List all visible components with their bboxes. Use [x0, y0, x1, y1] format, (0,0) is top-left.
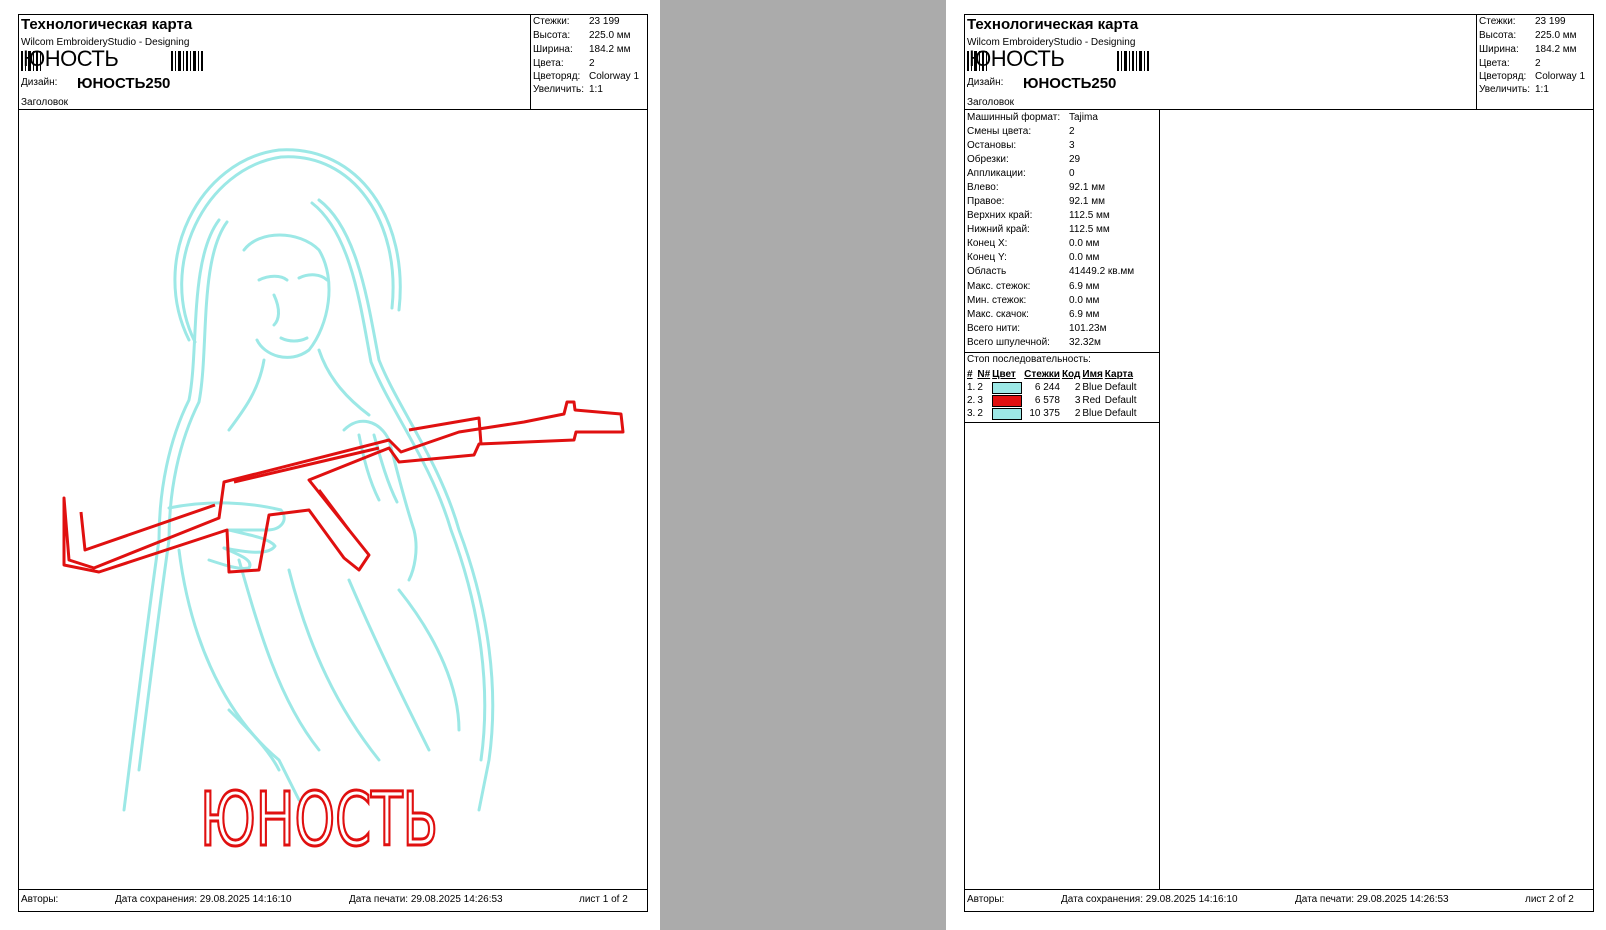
stat-row: Макс. скачок: 6.9 мм: [967, 309, 1100, 320]
header-title: Технологическая карта: [21, 16, 193, 33]
footer-authors: Авторы:: [967, 894, 1005, 905]
col-stitches: Стежки: [1024, 369, 1060, 380]
barcode-text: ЮНОСТЬ: [969, 46, 1065, 71]
stat-row: Обрезки: 29: [967, 154, 1081, 165]
col-color: Цвет: [992, 369, 1016, 380]
footer-saved-date: Дата сохранения: 29.08.2025 14:16:10: [1061, 894, 1238, 905]
stop-sequence-title: Стоп последовательность:: [967, 354, 1091, 365]
divider: [965, 352, 1159, 353]
row-stitches: 10 375: [1029, 408, 1060, 419]
col-n: N#: [977, 369, 991, 380]
design-name: ЮНОСТЬ250: [1023, 75, 1117, 92]
stat-row: Область 41449.2 кв.мм: [967, 266, 1135, 277]
info-row-height: Высота: 225.0 мм: [1479, 30, 1577, 41]
row-n: 3: [977, 395, 983, 406]
heading-label: Заголовок: [21, 97, 69, 108]
stat-row: Верхних край: 112.5 мм: [967, 210, 1110, 221]
row-color: [992, 381, 1024, 394]
stat-row: Конец Y: 0.0 мм: [967, 252, 1100, 263]
info-row-stitches: Стежки: 23 199: [533, 16, 620, 27]
stats-panel: Машинный формат: Tajima Смены цвета: 2 Ост…: [965, 110, 1160, 889]
design-caption: ЮНОСТЬ: [200, 777, 438, 863]
table-header-row: # N# Цвет Стежки Код Имя Карта: [967, 368, 1138, 381]
col-card: Карта: [1104, 369, 1134, 380]
table-row: 2. 3 6 578 3 Red Default: [967, 394, 1138, 407]
row-color: [992, 394, 1024, 407]
stat-row: Машинный формат: Tajima: [967, 112, 1098, 123]
info-row-colors: Цвета: 2: [533, 58, 595, 69]
row-card: Default: [1104, 395, 1137, 406]
info-row-stitches: Стежки: 23 199: [1479, 16, 1566, 27]
header: Технологическая карта Wilcom EmbroideryS…: [19, 15, 647, 110]
barcode-text: ЮНОСТЬ: [23, 46, 119, 71]
row-code: 3: [1074, 395, 1081, 406]
footer-saved-date: Дата сохранения: 29.08.2025 14:16:10: [115, 894, 292, 905]
row-stitches: 6 244: [1034, 382, 1060, 393]
row-num: 1.: [967, 382, 976, 393]
sheet-2: Технологическая карта Wilcom EmbroideryS…: [946, 0, 1606, 930]
info-row-colorway: Цветоряд: Colorway 1: [1479, 71, 1586, 82]
info-panel: Стежки: 23 199 Высота: 225.0 мм Ширина: 184…: [530, 15, 649, 110]
stat-row: Влево: 92.1 мм: [967, 182, 1105, 193]
footer-print-date: Дата печати: 29.08.2025 14:26:53: [1295, 894, 1449, 905]
stat-row: Всего нити: 101.23м: [967, 323, 1107, 334]
stat-row: Аппликации: 0: [967, 168, 1075, 179]
info-panel: Стежки: 23 199 Высота: 225.0 мм Ширина: 184…: [1476, 15, 1595, 110]
footer: Авторы: Дата сохранения: 29.08.2025 14:1…: [965, 889, 1593, 911]
col-code: Код: [1061, 369, 1081, 380]
design-name: ЮНОСТЬ250: [77, 75, 171, 92]
info-row-width: Ширина: 184.2 мм: [1479, 44, 1577, 55]
info-row-height: Высота: 225.0 мм: [533, 30, 631, 41]
footer: Авторы: Дата сохранения: 29.08.2025 14:1…: [19, 889, 647, 911]
col-name: Имя: [1082, 369, 1103, 380]
design-preview: ЮНОСТЬ: [62, 148, 625, 865]
row-code: 2: [1074, 408, 1081, 419]
row-name: Blue: [1082, 408, 1103, 419]
row-card: Default: [1104, 382, 1137, 393]
row-color: [992, 407, 1024, 420]
design-label: Дизайн:: [21, 77, 58, 88]
stat-row: Нижний край: 112.5 мм: [967, 224, 1110, 235]
info-row-colors: Цвета: 2: [1479, 58, 1541, 69]
info-row-colorway: Цветоряд: Colorway 1: [533, 71, 640, 82]
row-stitches: 6 578: [1034, 395, 1060, 406]
row-num: 3.: [967, 408, 976, 419]
col-num: #: [967, 369, 973, 380]
row-n: 2: [977, 408, 983, 419]
sheet-1-frame: Технологическая карта Wilcom EmbroideryS…: [18, 14, 648, 912]
stat-row: Всего шпулечной: 32.32м: [967, 337, 1101, 348]
footer-authors: Авторы:: [21, 894, 59, 905]
header-title: Технологическая карта: [967, 16, 1139, 33]
stat-row: Макс. стежок: 6.9 мм: [967, 281, 1100, 292]
footer-print-date: Дата печати: 29.08.2025 14:26:53: [349, 894, 503, 905]
row-code: 2: [1074, 382, 1081, 393]
footer-sheet-number: лист 1 of 2: [579, 894, 628, 905]
heading-label: Заголовок: [967, 97, 1015, 108]
row-n: 2: [977, 382, 983, 393]
row-name: Blue: [1082, 382, 1103, 393]
info-row-zoom: Увеличить: 1:1: [1479, 84, 1549, 95]
table-row: 3. 2 10 375 2 Blue Default: [967, 407, 1138, 420]
row-name: Red: [1082, 395, 1101, 406]
sheet-2-frame: Технологическая карта Wilcom EmbroideryS…: [964, 14, 1594, 912]
stop-sequence-table: # N# Цвет Стежки Код Имя Карта 1. 2 6 24…: [967, 368, 1138, 420]
info-row-width: Ширина: 184.2 мм: [533, 44, 631, 55]
table-row: 1. 2 6 244 2 Blue Default: [967, 381, 1138, 394]
stat-row: Остановы: 3: [967, 140, 1075, 151]
sheet-1: Технологическая карта Wilcom EmbroideryS…: [0, 0, 660, 930]
info-row-zoom: Увеличить: 1:1: [533, 84, 603, 95]
stat-row: Конец X: 0.0 мм: [967, 238, 1100, 249]
divider: [965, 422, 1159, 423]
design-label: Дизайн:: [967, 77, 1004, 88]
row-card: Default: [1104, 408, 1137, 419]
stat-row: Мин. стежок: 0.0 мм: [967, 295, 1100, 306]
color-swatch: [992, 381, 1023, 394]
stat-row: Смены цвета: 2: [967, 126, 1075, 137]
row-num: 2.: [967, 395, 976, 406]
stat-row: Правое: 92.1 мм: [967, 196, 1105, 207]
footer-sheet-number: лист 2 of 2: [1525, 894, 1574, 905]
header: Технологическая карта Wilcom EmbroideryS…: [965, 15, 1593, 110]
color-swatch: [992, 394, 1023, 407]
color-swatch: [992, 407, 1023, 420]
